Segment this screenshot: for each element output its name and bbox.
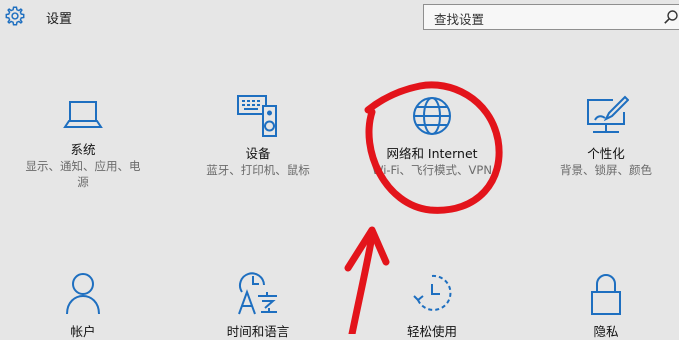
tile-accounts-label: 帐户 — [70, 324, 96, 339]
search-placeholder: 查找设置 — [434, 12, 485, 27]
tile-time-language[interactable]: 时间和语言 — [183, 270, 333, 340]
tile-time-language-label: 时间和语言 — [226, 324, 290, 339]
tile-network[interactable]: 网络和 Internet Wi-Fi、飞行模式、VPN — [357, 94, 507, 178]
tile-devices-desc: 蓝牙、打印机、鼠标 — [206, 163, 310, 177]
search-icon[interactable] — [663, 9, 679, 25]
tile-devices-label: 设备 — [245, 146, 271, 161]
personalization-icon — [587, 95, 629, 133]
tile-personalization-label: 个性化 — [587, 146, 625, 161]
tile-ease-of-access[interactable]: 轻松使用 — [357, 270, 507, 340]
search-input[interactable]: 查找设置 — [423, 4, 679, 30]
ease-of-access-icon — [413, 274, 452, 311]
tile-privacy[interactable]: 隐私 — [531, 270, 679, 340]
laptop-icon — [63, 101, 103, 128]
tile-system-label: 系统 — [70, 142, 96, 157]
gear-icon[interactable] — [4, 5, 26, 27]
tile-system-desc: 显示、通知、应用、电 源 — [8, 158, 158, 190]
tile-accounts[interactable]: 帐户 — [8, 270, 158, 340]
tile-devices[interactable]: 设备 蓝牙、打印机、鼠标 — [183, 94, 333, 178]
globe-icon — [413, 97, 451, 135]
time-language-icon — [238, 272, 277, 315]
header: 设置 查找设置 — [0, 0, 679, 40]
lock-icon — [591, 274, 621, 315]
tile-personalization-desc: 背景、锁屏、颜色 — [560, 163, 652, 177]
tile-ease-of-access-label: 轻松使用 — [406, 324, 457, 339]
tile-network-desc: Wi-Fi、飞行模式、VPN — [372, 163, 492, 177]
tile-system-desc-line2: 源 — [77, 175, 89, 189]
person-icon — [66, 273, 100, 315]
tile-network-label: 网络和 Internet — [386, 146, 478, 161]
tile-personalization[interactable]: 个性化 背景、锁屏、颜色 — [531, 94, 679, 178]
devices-icon — [237, 95, 277, 137]
tile-system-desc-line1: 显示、通知、应用、电 — [25, 159, 141, 173]
tile-privacy-label: 隐私 — [593, 324, 619, 339]
page-title: 设置 — [46, 12, 73, 27]
tile-system[interactable]: 系统 显示、通知、应用、电 源 — [8, 94, 158, 190]
